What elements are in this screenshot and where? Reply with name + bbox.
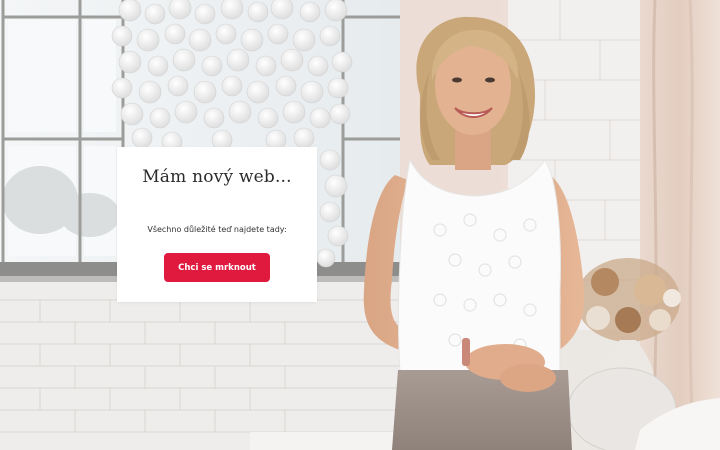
popup-card: Mám nový web... Všechno důležité teď naj… (117, 147, 317, 302)
background-photo (0, 0, 720, 450)
cta-button[interactable]: Chci se mrknout (164, 253, 270, 282)
popup-title: Mám nový web... (142, 167, 292, 187)
photo-scene (0, 0, 720, 450)
popup-text: Všechno důležité teď najdete tady: (147, 225, 287, 234)
